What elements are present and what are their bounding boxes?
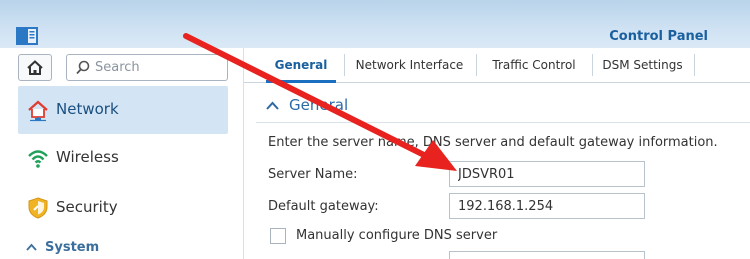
- manual-dns-checkbox[interactable]: [270, 228, 286, 244]
- wifi-icon: [28, 150, 48, 168]
- server-name-label: Server Name:: [268, 167, 358, 182]
- section-divider: [256, 122, 750, 123]
- tab-divider: [694, 54, 695, 76]
- tab-divider: [592, 54, 593, 76]
- sidebar-section-system[interactable]: System: [26, 240, 99, 255]
- general-section-header[interactable]: General: [266, 96, 348, 114]
- server-name-field[interactable]: [449, 161, 645, 187]
- tab-network-interface[interactable]: Network Interface: [352, 48, 467, 82]
- sidebar-item-security[interactable]: Security: [18, 184, 228, 232]
- sidebar-item-network[interactable]: Network: [18, 86, 228, 134]
- default-gateway-label: Default gateway:: [268, 199, 379, 214]
- sidebar-item-label: Security: [56, 198, 118, 216]
- search-input[interactable]: [95, 58, 223, 77]
- network-icon: [28, 100, 48, 122]
- default-gateway-input[interactable]: [458, 197, 638, 215]
- sidebar-item-wireless[interactable]: Wireless: [18, 134, 228, 182]
- dns-server-field[interactable]: [449, 251, 645, 259]
- tab-dsm-settings[interactable]: DSM Settings: [600, 48, 685, 82]
- control-panel-app-icon: [16, 27, 38, 45]
- main-panel: General Network Interface Traffic Contro…: [244, 48, 750, 259]
- tab-divider: [344, 54, 345, 76]
- search-icon: [76, 60, 90, 75]
- tab-traffic-control[interactable]: Traffic Control: [484, 48, 584, 82]
- tab-bar: General Network Interface Traffic Contro…: [244, 48, 750, 83]
- sidebar-section-label: System: [45, 240, 100, 255]
- manual-dns-label[interactable]: Manually configure DNS server: [296, 228, 497, 243]
- home-icon: [27, 60, 43, 75]
- shield-icon: [28, 197, 48, 219]
- general-section-title: General: [289, 96, 349, 114]
- home-button[interactable]: [18, 54, 52, 81]
- chevron-up-icon: [266, 96, 279, 114]
- server-name-input[interactable]: [458, 165, 638, 183]
- tab-divider: [476, 54, 477, 76]
- general-description: Enter the server name, DNS server and de…: [268, 135, 718, 150]
- title-bar: Control Panel: [0, 0, 750, 48]
- default-gateway-field[interactable]: [449, 193, 645, 219]
- sidebar: Network Wireless Security System: [0, 48, 244, 259]
- tab-general[interactable]: General: [266, 48, 336, 83]
- search-box[interactable]: [66, 54, 228, 81]
- chevron-up-icon: [26, 240, 37, 255]
- sidebar-item-label: Network: [56, 100, 119, 118]
- window-title: Control Panel: [609, 29, 708, 44]
- sidebar-item-label: Wireless: [56, 148, 119, 166]
